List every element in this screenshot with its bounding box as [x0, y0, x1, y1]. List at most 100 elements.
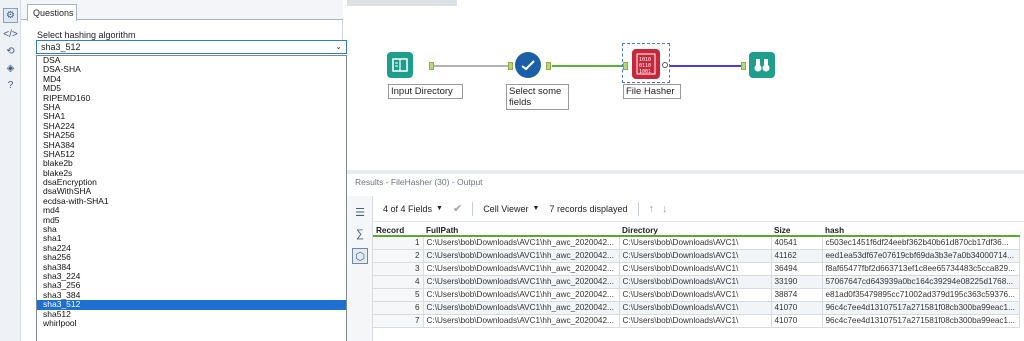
- table-cell[interactable]: C:\Users\bob\Downloads\AVC1\hh_awc_20200…: [422, 261, 620, 276]
- dropdown-option[interactable]: SHA1: [37, 111, 346, 121]
- tab-questions[interactable]: Questions: [27, 4, 77, 21]
- table-row[interactable]: 4 C:\Users\bob\Downloads\AVC1\hh_awc_2020…: [373, 274, 1020, 289]
- input-anchor[interactable]: [508, 62, 513, 70]
- table-cell[interactable]: 57067647cd643939a0bc164c39294e08225d1768…: [821, 274, 1020, 289]
- dropdown-option[interactable]: sha224: [37, 243, 346, 253]
- table-cell[interactable]: C:\Users\bob\Downloads\AVC1\hh_awc_20200…: [422, 287, 620, 302]
- record-number-cell[interactable]: 5: [373, 287, 424, 302]
- column-header[interactable]: Size: [771, 225, 822, 237]
- node-label-input-directory[interactable]: Input Directory: [388, 84, 463, 99]
- dropdown-option[interactable]: sha256: [37, 252, 346, 262]
- arrow-up-icon[interactable]: ↑: [649, 203, 655, 215]
- dropdown-option[interactable]: sha3_512: [37, 299, 346, 310]
- record-number-cell[interactable]: 3: [373, 261, 424, 276]
- dropdown-option[interactable]: SHA512: [37, 149, 346, 159]
- table-cell[interactable]: C:\Users\bob\Downloads\AVC1\hh_awc_20200…: [422, 235, 620, 250]
- table-cell[interactable]: 41070: [770, 300, 823, 315]
- table-cell[interactable]: C:\Users\bob\Downloads\AVC1\: [618, 287, 772, 302]
- dropdown-option[interactable]: SHA256: [37, 130, 346, 140]
- output-anchor[interactable]: [662, 62, 668, 68]
- workflow-canvas[interactable]: Input Directory Select some fields 1010 …: [347, 0, 1024, 170]
- table-row[interactable]: 5 C:\Users\bob\Downloads\AVC1\hh_awc_2020…: [373, 287, 1020, 302]
- dropdown-option[interactable]: SHA224: [37, 121, 346, 131]
- tag-view-icon[interactable]: ⬡: [352, 248, 368, 264]
- sum-icon[interactable]: ∑: [352, 226, 368, 242]
- table-cell[interactable]: C:\Users\bob\Downloads\AVC1\: [618, 313, 772, 328]
- dropdown-option[interactable]: sha3_256: [37, 280, 346, 290]
- record-number-cell[interactable]: 7: [373, 313, 424, 328]
- table-cell[interactable]: 41070: [770, 313, 823, 328]
- column-header[interactable]: FullPath: [423, 225, 619, 237]
- dropdown-option[interactable]: md4: [37, 205, 346, 215]
- table-cell[interactable]: 96c4c7ee4d13107517a271581f08cb300ba99eac…: [821, 300, 1020, 315]
- table-cell[interactable]: c503ec1451f6df24eebf362b40b61d870cb17df3…: [821, 235, 1020, 250]
- code-icon[interactable]: </>: [3, 27, 18, 42]
- input-directory-tool[interactable]: [387, 52, 413, 78]
- dropdown-option[interactable]: sha3_224: [37, 271, 346, 281]
- input-anchor[interactable]: [623, 62, 628, 70]
- node-label-file-hasher[interactable]: File Hasher: [623, 84, 681, 99]
- dropdown-option[interactable]: sha1: [37, 234, 346, 244]
- table-cell[interactable]: C:\Users\bob\Downloads\AVC1\: [618, 248, 772, 263]
- column-header[interactable]: Directory: [619, 225, 771, 237]
- column-header[interactable]: Record: [373, 225, 423, 237]
- table-cell[interactable]: C:\Users\bob\Downloads\AVC1\hh_awc_20200…: [422, 313, 620, 328]
- record-number-cell[interactable]: 1: [373, 235, 424, 250]
- input-anchor[interactable]: [741, 62, 746, 70]
- table-cell[interactable]: 33190: [770, 274, 823, 289]
- hashing-algorithm-select[interactable]: sha3_512 ⌄: [36, 40, 347, 54]
- dropdown-option[interactable]: whirlpool: [37, 318, 346, 328]
- table-cell[interactable]: e81ad0f35479895cc71002ad379d195c363c5937…: [821, 287, 1020, 302]
- column-header[interactable]: hash: [822, 225, 1019, 237]
- output-anchor[interactable]: [546, 62, 551, 70]
- fields-dropdown[interactable]: 4 of 4 Fields ▼: [383, 204, 443, 214]
- table-row[interactable]: 3 C:\Users\bob\Downloads\AVC1\hh_awc_2020…: [373, 261, 1020, 276]
- help-icon[interactable]: ?: [3, 78, 18, 93]
- table-cell[interactable]: C:\Users\bob\Downloads\AVC1\: [618, 235, 772, 250]
- dropdown-option[interactable]: blake2b: [37, 158, 346, 168]
- annotation-icon[interactable]: ⟲: [3, 44, 18, 59]
- record-number-cell[interactable]: 2: [373, 248, 424, 263]
- gear-icon[interactable]: ⚙: [3, 8, 18, 23]
- dropdown-option[interactable]: ecdsa-with-SHA1: [37, 196, 346, 206]
- browse-tool[interactable]: [749, 52, 775, 78]
- table-row[interactable]: 1 C:\Users\bob\Downloads\AVC1\hh_awc_2020…: [373, 235, 1020, 250]
- chevron-down-icon[interactable]: ⌄: [335, 42, 342, 51]
- table-view-icon[interactable]: ☰: [352, 204, 368, 220]
- table-cell[interactable]: C:\Users\bob\Downloads\AVC1\: [618, 274, 772, 289]
- table-cell[interactable]: f8af65477fbf2d663713ef1c8ee65734483c5cca…: [821, 261, 1020, 276]
- table-row[interactable]: 6 C:\Users\bob\Downloads\AVC1\hh_awc_2020…: [373, 300, 1020, 315]
- dropdown-option[interactable]: md5: [37, 215, 346, 225]
- output-anchor[interactable]: [429, 62, 434, 70]
- dropdown-option[interactable]: sha512: [37, 309, 346, 319]
- dropdown-option[interactable]: sha3_384: [37, 290, 346, 300]
- file-hasher-tool[interactable]: 1010 0110 1001: [632, 49, 660, 79]
- cell-viewer-dropdown[interactable]: Cell Viewer ▼: [483, 204, 539, 214]
- record-number-cell[interactable]: 6: [373, 300, 424, 315]
- tag-icon[interactable]: ◈: [3, 61, 18, 76]
- dropdown-option[interactable]: RIPEMD160: [37, 93, 346, 103]
- table-cell[interactable]: 36494: [770, 261, 823, 276]
- record-number-cell[interactable]: 4: [373, 274, 424, 289]
- table-cell[interactable]: C:\Users\bob\Downloads\AVC1\: [618, 261, 772, 276]
- dropdown-option[interactable]: DSA-SHA: [37, 64, 346, 74]
- select-tool[interactable]: [515, 52, 541, 78]
- table-row[interactable]: 2 C:\Users\bob\Downloads\AVC1\hh_awc_2020…: [373, 248, 1020, 263]
- checkmark-icon[interactable]: ✔: [453, 202, 462, 215]
- table-cell[interactable]: 38874: [770, 287, 823, 302]
- table-cell[interactable]: 96c4c7ee4d13107517a271581f08cb300ba99eac…: [821, 313, 1020, 328]
- dropdown-option[interactable]: MD4: [37, 74, 346, 84]
- node-label-select[interactable]: Select some fields: [506, 84, 569, 110]
- table-cell[interactable]: C:\Users\bob\Downloads\AVC1\hh_awc_20200…: [422, 248, 620, 263]
- table-cell[interactable]: eed1ea53df67e07619cbf69da3b3e7a0b3400071…: [821, 248, 1020, 263]
- dropdown-option[interactable]: DSA: [37, 56, 346, 65]
- dropdown-option[interactable]: sha384: [37, 262, 346, 272]
- arrow-down-icon[interactable]: ↓: [662, 203, 668, 215]
- table-cell[interactable]: 41162: [770, 248, 823, 263]
- dropdown-option[interactable]: sha: [37, 224, 346, 234]
- table-cell[interactable]: C:\Users\bob\Downloads\AVC1\: [618, 300, 772, 315]
- dropdown-option[interactable]: SHA: [37, 102, 346, 112]
- table-cell[interactable]: C:\Users\bob\Downloads\AVC1\hh_awc_20200…: [422, 300, 620, 315]
- table-row[interactable]: 7 C:\Users\bob\Downloads\AVC1\hh_awc_2020…: [373, 313, 1020, 328]
- table-cell[interactable]: C:\Users\bob\Downloads\AVC1\hh_awc_20200…: [422, 274, 620, 289]
